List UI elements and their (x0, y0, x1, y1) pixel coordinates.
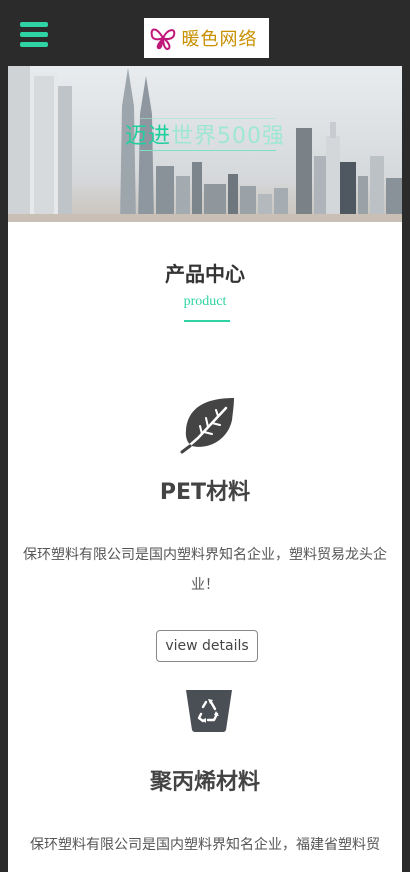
banner-divider-bottom (140, 150, 276, 151)
banner-slogan-highlight: 迈进 (124, 124, 171, 149)
leaf-icon (180, 398, 234, 454)
logo-text: 暖色网络 (181, 29, 258, 50)
banner-slogan-rest: 世界500强 (171, 124, 285, 149)
product-title[interactable]: 聚丙烯材料 (8, 764, 402, 796)
recycle-bin-icon (186, 690, 232, 732)
view-details-button[interactable]: view details (156, 630, 258, 662)
hero-banner[interactable]: 迈进世界500强 (8, 66, 402, 222)
logo[interactable]: 暖色网络 (144, 18, 269, 58)
product-title[interactable]: PET材料 (8, 474, 402, 506)
top-bar: 暖色网络 (0, 0, 410, 66)
section-title: 产品中心 (165, 262, 245, 286)
banner-slogan: 迈进世界500强 (8, 118, 402, 150)
page-frame: 暖色网络 迈进世界500强 产品中心 product PET材料 保环塑料有限公… (0, 0, 410, 872)
section-subtitle: product (183, 294, 227, 309)
product-description: 保环塑料有限公司是国内塑料界知名企业，塑料贸易龙头企业！ (23, 547, 387, 593)
section-underline (184, 320, 230, 322)
menu-icon[interactable] (20, 22, 48, 48)
main-content: 迈进世界500强 产品中心 product PET材料 保环塑料有限公司是国内塑… (8, 66, 402, 872)
butterfly-logo-icon (150, 28, 176, 51)
product-description: 保环塑料有限公司是国内塑料界知名企业，福建省塑料贸 (30, 837, 380, 853)
